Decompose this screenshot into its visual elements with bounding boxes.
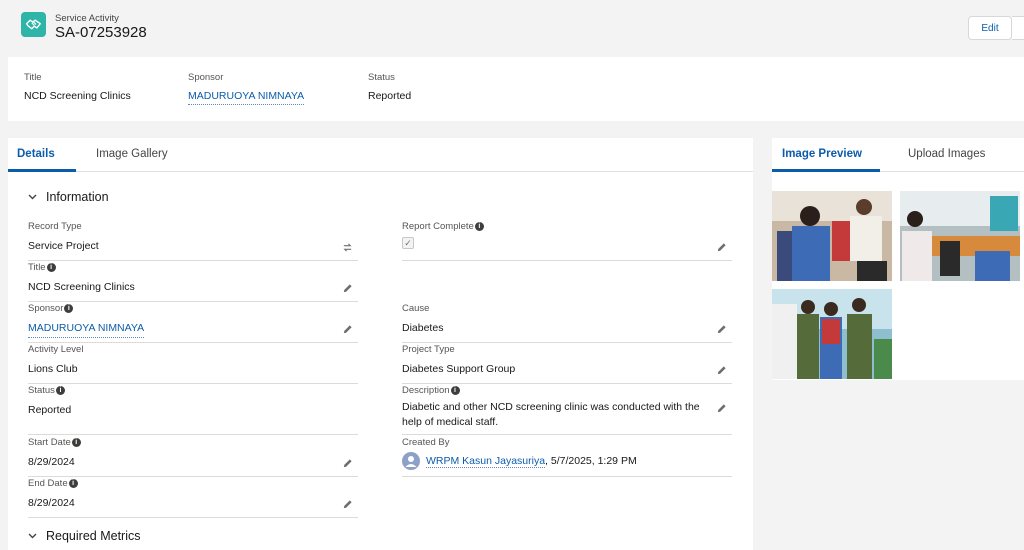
highlight-title: Title NCD Screening Clinics <box>24 72 131 102</box>
handshake-icon <box>21 12 46 37</box>
created-by-user-link[interactable]: WRPM Kasun Jayasuriya <box>426 454 546 468</box>
record-name: SA-07253928 <box>55 24 147 41</box>
field-created-by: Created By WRPM Kasun Jayasuriya, 5/7/20… <box>402 437 732 477</box>
tab-image-preview[interactable]: Image Preview <box>782 148 862 160</box>
info-icon[interactable]: i <box>68 479 78 488</box>
chevron-down-icon <box>28 192 40 203</box>
active-tab-indicator <box>772 169 880 172</box>
field-cause: Cause Diabetes <box>402 303 732 343</box>
highlight-sponsor: Sponsor MADURUOYA NIMNAYA <box>188 72 305 105</box>
edit-start-date-pencil-icon[interactable] <box>342 458 354 470</box>
field-sponsor: Sponsor i MADURUOYA NIMNAYA <box>28 303 358 343</box>
edit-end-date-pencil-icon[interactable] <box>342 499 354 511</box>
edit-description-pencil-icon[interactable] <box>716 403 728 415</box>
field-title: Title i NCD Screening Clinics <box>28 262 358 302</box>
report-complete-checkbox[interactable]: ✓ <box>402 237 414 249</box>
section-required-metrics[interactable]: Required Metrics <box>28 529 140 543</box>
edit-button[interactable]: Edit <box>968 16 1012 40</box>
gallery-image-thumbnail[interactable] <box>772 289 892 379</box>
gallery-image-thumbnail[interactable] <box>772 191 892 281</box>
details-tabs: Details Image Gallery <box>8 138 753 172</box>
info-icon[interactable]: i <box>64 304 74 313</box>
field-activity-level: Activity Level Lions Club <box>28 344 358 384</box>
more-actions-button[interactable] <box>1012 16 1024 40</box>
tab-image-gallery[interactable]: Image Gallery <box>96 148 168 160</box>
edit-sponsor-pencil-icon[interactable] <box>342 324 354 336</box>
sponsor-link[interactable]: MADURUOYA NIMNAYA <box>188 90 305 105</box>
image-panel: Image Preview Upload Images <box>772 138 1024 380</box>
details-panel: Details Image Gallery Information Record… <box>8 138 753 550</box>
tab-upload-images[interactable]: Upload Images <box>908 148 985 160</box>
user-avatar-icon <box>402 452 420 470</box>
highlight-status: Status Reported <box>368 72 412 102</box>
edit-cause-pencil-icon[interactable] <box>716 324 728 336</box>
image-tabs: Image Preview Upload Images <box>772 138 1024 172</box>
sponsor-field-link[interactable]: MADURUOYA NIMNAYA <box>28 321 145 338</box>
info-icon[interactable]: i <box>71 438 81 447</box>
info-icon[interactable]: i <box>450 386 460 395</box>
section-information[interactable]: Information <box>28 190 109 204</box>
record-header: Service Activity SA-07253928 Edit <box>0 0 1024 55</box>
active-tab-indicator <box>8 169 76 172</box>
info-icon[interactable]: i <box>55 386 65 395</box>
change-record-type-icon[interactable] <box>342 242 354 254</box>
field-record-type: Record Type Service Project <box>28 221 358 261</box>
field-start-date: Start Date i 8/29/2024 <box>28 437 358 477</box>
info-icon[interactable]: i <box>474 222 484 231</box>
edit-project-type-pencil-icon[interactable] <box>716 365 728 377</box>
field-description: Description i Diabetic and other NCD scre… <box>402 385 732 435</box>
field-end-date: End Date i 8/29/2024 <box>28 478 358 518</box>
info-icon[interactable]: i <box>46 263 56 272</box>
edit-report-complete-pencil-icon[interactable] <box>716 242 728 254</box>
field-status: Status i Reported <box>28 385 358 435</box>
tab-details[interactable]: Details <box>17 148 55 160</box>
gallery-image-thumbnail[interactable] <box>900 191 1020 281</box>
highlights-panel: Title NCD Screening Clinics Sponsor MADU… <box>8 57 1024 121</box>
field-project-type: Project Type Diabetes Support Group <box>402 344 732 384</box>
field-report-complete: Report Complete i ✓ <box>402 221 732 261</box>
object-label: Service Activity <box>55 13 119 24</box>
edit-title-pencil-icon[interactable] <box>342 283 354 295</box>
chevron-down-icon <box>28 531 40 542</box>
